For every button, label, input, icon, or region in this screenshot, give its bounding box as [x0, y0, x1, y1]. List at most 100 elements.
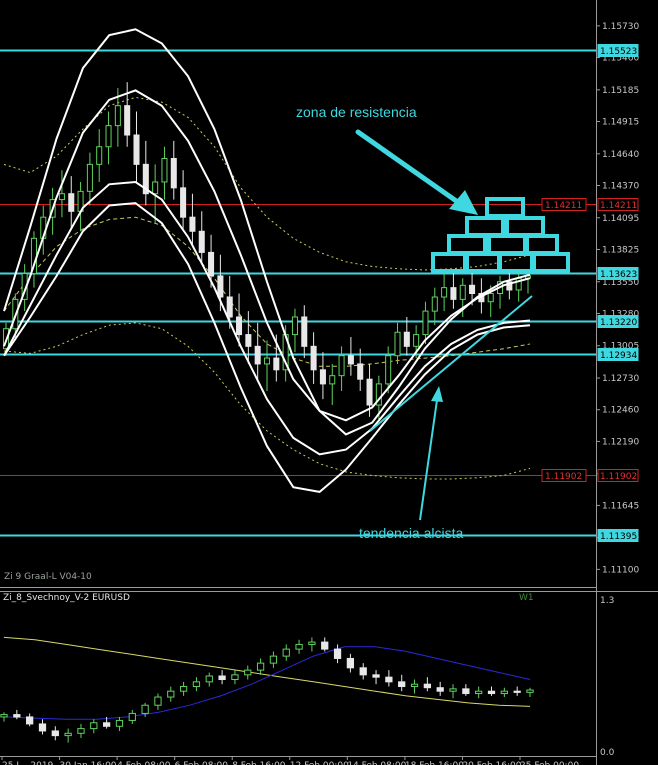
indicator-candle-body[interactable]	[128, 712, 136, 721]
indicator-candle-body[interactable]	[103, 722, 111, 727]
indicator-candle-body[interactable]	[256, 662, 265, 671]
candle-body[interactable]	[226, 296, 233, 318]
indicator-candle-body[interactable]	[513, 690, 521, 693]
candle-body[interactable]	[263, 357, 271, 365]
candle-body[interactable]	[124, 105, 131, 136]
indicator-candle-body[interactable]	[13, 714, 21, 718]
level-price-label: 1.11902	[600, 472, 637, 482]
candle-body[interactable]	[394, 331, 401, 357]
indicator-candle-body[interactable]	[487, 690, 496, 695]
time-tick-label: 30 Jan 16:00	[60, 761, 117, 765]
candle-body[interactable]	[68, 193, 75, 212]
indicator-candle-body[interactable]	[423, 683, 431, 689]
price-tick-label: 1.12460	[602, 406, 639, 416]
candle-body[interactable]	[217, 275, 224, 298]
candle-body[interactable]	[431, 296, 438, 312]
candle-body[interactable]	[347, 355, 354, 365]
level-price-label: 1.15523	[600, 47, 637, 57]
candle-body[interactable]	[329, 375, 336, 385]
price-tick-label: 1.15185	[602, 86, 639, 96]
candle-body[interactable]	[58, 193, 65, 201]
candle-body[interactable]	[338, 355, 345, 377]
candle-body[interactable]	[385, 355, 392, 385]
indicator-candle-body[interactable]	[179, 686, 188, 692]
candle-body[interactable]	[96, 146, 103, 165]
resistance-arrow-head	[449, 190, 478, 215]
candle-body[interactable]	[403, 331, 410, 347]
time-tick-label: 4 Feb 08:00	[117, 761, 171, 765]
indicator-candle-body[interactable]	[333, 648, 342, 659]
indicator-candle-body[interactable]	[115, 719, 124, 727]
candle-body[interactable]	[236, 316, 243, 336]
candle-body[interactable]	[291, 316, 298, 336]
indicator-candle-body[interactable]	[77, 728, 85, 734]
candle-body[interactable]	[273, 357, 280, 371]
price-tick-label: 1.11100	[602, 565, 639, 575]
candle-body[interactable]	[450, 287, 457, 300]
indicator-candle-body[interactable]	[218, 675, 226, 681]
time-tick-label: 8 Feb 16:00	[232, 761, 286, 765]
candle-body[interactable]	[152, 181, 159, 195]
time-tick-label: 14 Feb 08:00	[347, 761, 406, 765]
candle-body[interactable]	[357, 363, 364, 380]
candle-body[interactable]	[469, 284, 476, 295]
candle-body[interactable]	[189, 216, 196, 232]
indicator-candle-body[interactable]	[167, 690, 175, 698]
indicator-candle-body[interactable]	[141, 704, 149, 714]
candle-body[interactable]	[413, 334, 420, 347]
indicator-candle-body[interactable]	[410, 683, 419, 688]
candle-body[interactable]	[319, 369, 326, 385]
candle-body[interactable]	[180, 187, 187, 218]
indicator-candle-body[interactable]	[295, 643, 303, 650]
indicator-candle-body[interactable]	[26, 716, 34, 725]
candle-body[interactable]	[487, 293, 494, 303]
indicator-candle-body[interactable]	[231, 674, 239, 681]
indicator-candle-body[interactable]	[462, 688, 470, 695]
candle-body[interactable]	[254, 345, 261, 365]
candle-body[interactable]	[422, 310, 429, 336]
resistance-zone-label: zona de resistencia	[296, 104, 417, 120]
candle-body[interactable]	[170, 157, 177, 189]
candle-body[interactable]	[310, 345, 317, 371]
indicator-candle-body[interactable]	[282, 648, 290, 657]
indicator-candle-body[interactable]	[192, 681, 201, 688]
candle-body[interactable]	[161, 157, 168, 183]
candle-body[interactable]	[301, 316, 308, 347]
candle-body[interactable]	[198, 230, 205, 253]
candle-body[interactable]	[459, 284, 466, 300]
indicator-candle-body[interactable]	[359, 667, 367, 676]
indicator-candle-body[interactable]	[436, 687, 444, 692]
indicator-candle-body[interactable]	[90, 722, 98, 730]
indicator-candle-body[interactable]	[205, 675, 213, 683]
indicator-candle-body[interactable]	[154, 696, 162, 706]
time-tick-label: 12 Feb 00:00	[290, 761, 349, 765]
candle-body[interactable]	[441, 287, 448, 298]
indicator-candle-body[interactable]	[0, 714, 8, 718]
candle-body[interactable]	[114, 105, 121, 127]
indicator-candle-body[interactable]	[398, 681, 406, 688]
price-chart-canvas[interactable]: zona de resistencia tendencia alcista Zi…	[0, 0, 658, 765]
indicator-candle-body[interactable]	[372, 674, 380, 678]
candle-body[interactable]	[105, 125, 112, 148]
indicator-candle-body[interactable]	[526, 689, 534, 693]
indicator-candle-body[interactable]	[346, 657, 355, 669]
indicator-candle-body[interactable]	[475, 690, 483, 695]
indicator-candle-body[interactable]	[269, 655, 278, 664]
indicator-candle-body[interactable]	[449, 688, 457, 692]
indicator-candle-body[interactable]	[500, 690, 508, 695]
indicator-candle-body[interactable]	[321, 641, 329, 650]
indicator-candle-body[interactable]	[244, 669, 252, 676]
candle-body[interactable]	[366, 378, 373, 406]
candle-body[interactable]	[133, 134, 140, 165]
indicator-candle-body[interactable]	[51, 730, 59, 737]
timeframe-label: W1	[519, 593, 534, 603]
indicator-candle-body[interactable]	[38, 723, 47, 732]
indicator-candle-body[interactable]	[308, 641, 316, 645]
price-tick-label: 1.12730	[602, 374, 639, 384]
candle-body[interactable]	[86, 163, 93, 192]
candle-body[interactable]	[245, 334, 252, 347]
indicator-candle-body[interactable]	[385, 676, 393, 683]
indicator-candle-body[interactable]	[64, 732, 72, 737]
candle-body[interactable]	[208, 251, 215, 277]
time-tick-label: 25 Feb 00:00	[520, 761, 579, 765]
